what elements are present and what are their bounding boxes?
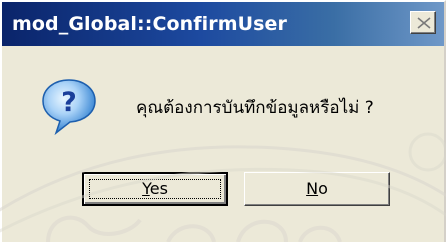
no-label-rest: o <box>318 179 328 198</box>
screen: mod_Global::ConfirmUser ? คุณต้องการบันท… <box>0 0 446 242</box>
no-button-label: No <box>306 179 328 198</box>
close-button[interactable] <box>410 11 436 34</box>
yes-button-label: Yes <box>142 179 168 198</box>
dialog-titlebar[interactable]: mod_Global::ConfirmUser <box>2 2 444 46</box>
confirm-dialog: mod_Global::ConfirmUser ? คุณต้องการบันท… <box>0 0 446 242</box>
yes-label-rest: es <box>149 179 168 198</box>
close-icon <box>417 17 431 29</box>
no-mnemonic: N <box>306 179 319 198</box>
svg-text:?: ? <box>61 87 77 118</box>
question-icon: ? <box>42 79 96 136</box>
dialog-title: mod_Global::ConfirmUser <box>12 13 288 35</box>
no-button[interactable]: No <box>244 172 390 206</box>
yes-mnemonic: Y <box>142 179 150 198</box>
dialog-message: คุณต้องการบันทึกข้อมูลหรือไม่ ? <box>136 98 374 118</box>
yes-button[interactable]: Yes <box>82 172 228 206</box>
